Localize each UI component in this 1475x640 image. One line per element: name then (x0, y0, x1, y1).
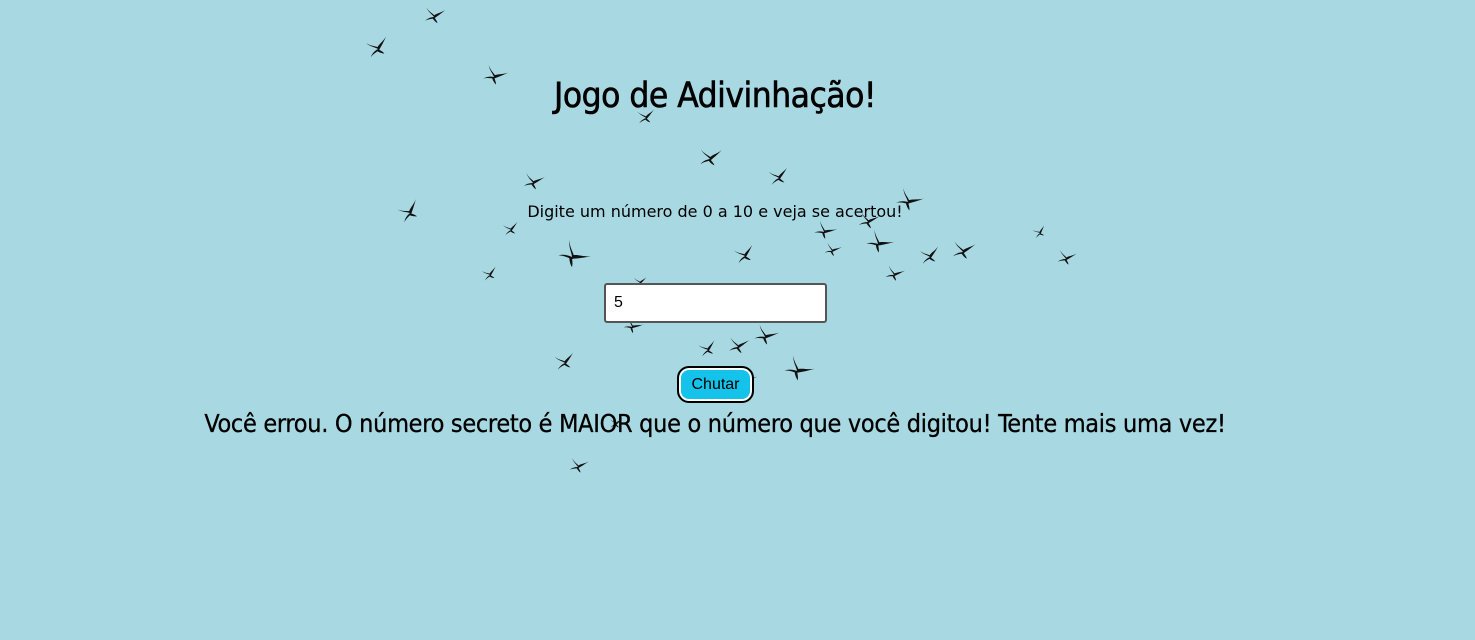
guess-button[interactable]: Chutar (677, 366, 754, 403)
game-container: Jogo de Adivinhação! Digite um número de… (0, 0, 1475, 640)
page-title: Jogo de Adivinhação! (554, 76, 877, 117)
result-message: Você errou. O número secreto é MAIOR que… (204, 409, 1226, 438)
guess-input[interactable] (604, 283, 827, 323)
instruction-text: Digite um número de 0 a 10 e veja se ace… (527, 202, 903, 221)
